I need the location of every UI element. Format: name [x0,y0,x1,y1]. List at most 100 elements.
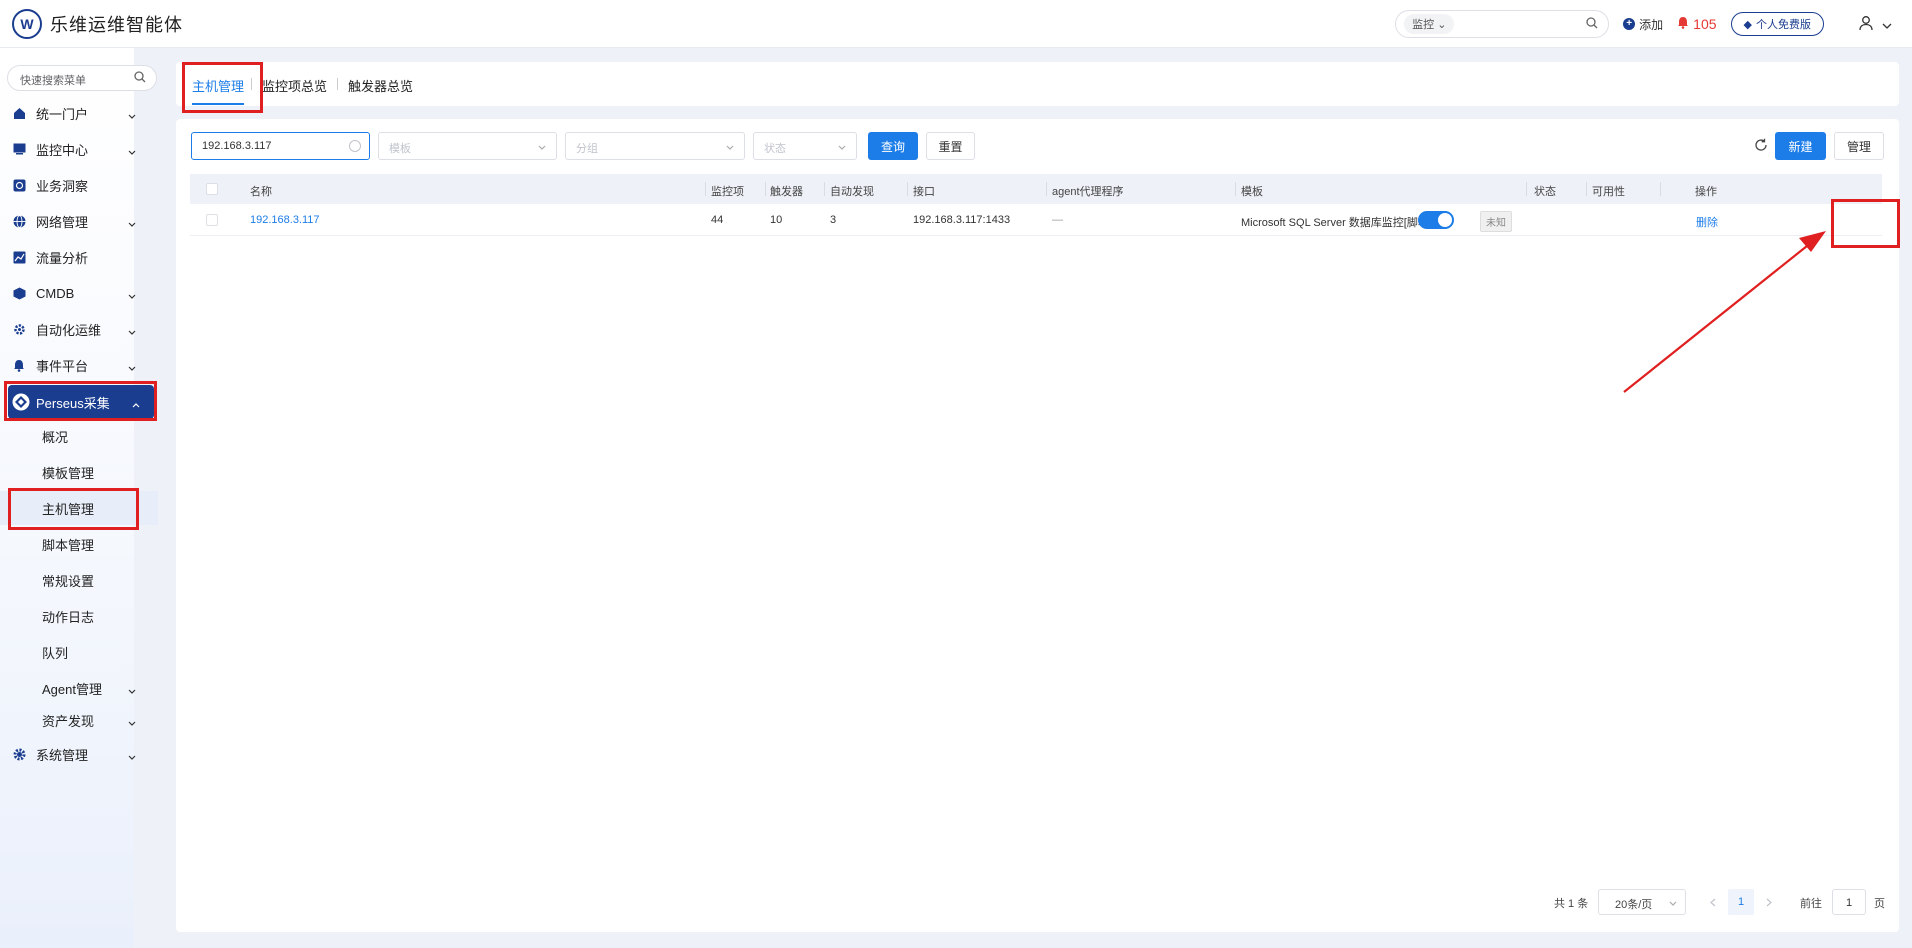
column-divider [907,182,908,196]
edition-badge[interactable]: ◆ 个人免费版 [1730,12,1824,36]
sidebar-subitem-templates[interactable]: 模板管理 [0,455,158,489]
chevron-down-icon [1669,897,1677,909]
sidebar-item-monitor[interactable]: 监控中心 [0,132,158,166]
manage-button[interactable]: 管理 [1834,132,1884,160]
column-header-name[interactable]: 名称 [250,183,272,199]
refresh-icon[interactable] [1754,138,1768,155]
host-search-value: 192.168.3.117 [202,140,272,152]
tab-host-management[interactable]: 主机管理 [192,76,244,95]
chevron-down-icon [128,287,136,302]
chevron-down-icon [726,141,734,153]
items-count[interactable]: 44 [711,214,723,226]
column-header-items[interactable]: 监控项 [711,183,744,199]
new-button[interactable]: 新建 [1775,132,1826,160]
tab-triggers[interactable]: 触发器总览 [348,76,413,95]
prev-page-icon[interactable] [1700,889,1726,915]
chevron-down-icon [128,359,136,374]
global-search[interactable]: 监控 ⌄ [1395,10,1610,38]
chevron-down-icon [1882,17,1892,32]
sidebar-subitem-agent[interactable]: Agent管理 [0,671,158,705]
sidebar-item-label: CMDB [36,285,75,301]
sidebar-subitem-label: 动作日志 [42,609,95,625]
sidebar-subitem-overview[interactable]: 概况 [0,419,158,453]
sidebar-subitem-action-log[interactable]: 动作日志 [0,599,158,633]
sidebar-item-events[interactable]: 事件平台 [0,348,158,382]
next-page-icon[interactable] [1756,889,1782,915]
user-menu[interactable] [1858,15,1892,34]
goto-page-input[interactable]: 1 [1832,889,1866,915]
app-title: 乐维运维智能体 [50,14,183,35]
chart-icon [12,250,26,264]
page-number-button[interactable]: 1 [1728,889,1754,915]
sidebar: 快速搜索菜单 统一门户 监控中心 业务洞察 网络管理 流量分析 CMDB 自动化… [0,48,158,948]
column-header-triggers[interactable]: 触发器 [770,183,803,199]
table-header: 名称 监控项 触发器 自动发现 接口 agent代理程序 模板 状态 可用性 操… [190,174,1882,204]
status-toggle[interactable] [1418,211,1454,229]
sidebar-item-automation[interactable]: 自动化运维 [0,312,158,346]
sidebar-item-label: 流量分析 [36,250,89,266]
discovery-count[interactable]: 3 [830,214,836,226]
template-value: Microsoft SQL Server 数据库监控[脚本] [1241,217,1432,229]
menu-search-input[interactable]: 快速搜索菜单 [7,65,157,91]
column-header-agent[interactable]: agent代理程序 [1052,183,1124,199]
sidebar-item-insight[interactable]: 业务洞察 [0,168,158,202]
template-select[interactable]: 模板 [378,132,557,160]
select-all-checkbox[interactable] [206,183,218,195]
reset-button[interactable]: 重置 [926,132,975,160]
row-checkbox[interactable] [206,214,218,226]
alarm-count: 105 [1693,16,1717,32]
search-icon[interactable] [1586,17,1598,32]
column-divider [765,182,766,196]
agent-value: — [1052,214,1063,226]
search-category-select[interactable]: 监控 ⌄ [1404,14,1455,34]
sidebar-subitem-scripts[interactable]: 脚本管理 [0,527,158,561]
logo-mark: W [12,8,42,39]
insight-icon [12,178,26,192]
sidebar-subitem-asset-discovery[interactable]: 资产发现 [0,703,158,737]
group-select[interactable]: 分组 [565,132,745,160]
sidebar-item-label: 自动化运维 [36,322,102,338]
goto-label: 前往 [1800,898,1822,910]
sidebar-item-traffic[interactable]: 流量分析 [0,240,158,274]
logo[interactable]: W 乐维运维智能体 [12,8,183,39]
column-header-interface[interactable]: 接口 [913,183,935,199]
sidebar-subitem-label: 脚本管理 [42,537,95,553]
host-name-link[interactable]: 192.168.3.117 [250,214,320,226]
status-placeholder: 状态 [764,143,786,155]
globe-icon [12,214,26,228]
home-icon [12,106,26,120]
column-divider [1586,182,1587,196]
clear-icon[interactable] [349,140,361,152]
gear-icon [12,747,26,761]
tab-monitor-items[interactable]: 监控项总览 [262,76,327,95]
chevron-down-icon [838,141,846,153]
monitor-icon [12,142,26,156]
sidebar-item-network[interactable]: 网络管理 [0,204,158,238]
status-select[interactable]: 状态 [753,132,857,160]
host-search-input[interactable]: 192.168.3.117 [191,132,370,160]
sidebar-subitem-settings[interactable]: 常规设置 [0,563,158,597]
triggers-count[interactable]: 10 [770,214,782,226]
sidebar-subitem-hosts[interactable]: 主机管理 [0,491,158,525]
query-button[interactable]: 查询 [868,132,918,160]
plus-icon: + [1623,18,1636,30]
table-row: 192.168.3.117 44 10 3 192.168.3.117:1433… [190,204,1882,236]
alarm-button[interactable]: 105 [1677,16,1717,32]
page-size-select[interactable]: 20条/页 [1598,889,1686,915]
bell-icon [1677,16,1689,32]
add-button[interactable]: + 添加 [1623,16,1663,33]
column-divider [824,182,825,196]
sidebar-item-cmdb[interactable]: CMDB [0,276,158,310]
sidebar-item-system[interactable]: 系统管理 [0,737,158,771]
diamond-icon: ◆ [1743,18,1752,31]
column-header-availability[interactable]: 可用性 [1592,183,1625,199]
column-header-discovery[interactable]: 自动发现 [830,183,874,199]
tab-divider [251,78,252,90]
delete-button[interactable]: 删除 [1696,214,1718,230]
sidebar-subitem-queue[interactable]: 队列 [0,635,158,669]
column-header-status[interactable]: 状态 [1534,183,1556,199]
sidebar-item-portal[interactable]: 统一门户 [0,96,158,130]
sidebar-item-perseus[interactable]: Perseus采集 [8,385,154,419]
chevron-down-icon [538,141,546,153]
column-header-template[interactable]: 模板 [1241,183,1263,199]
